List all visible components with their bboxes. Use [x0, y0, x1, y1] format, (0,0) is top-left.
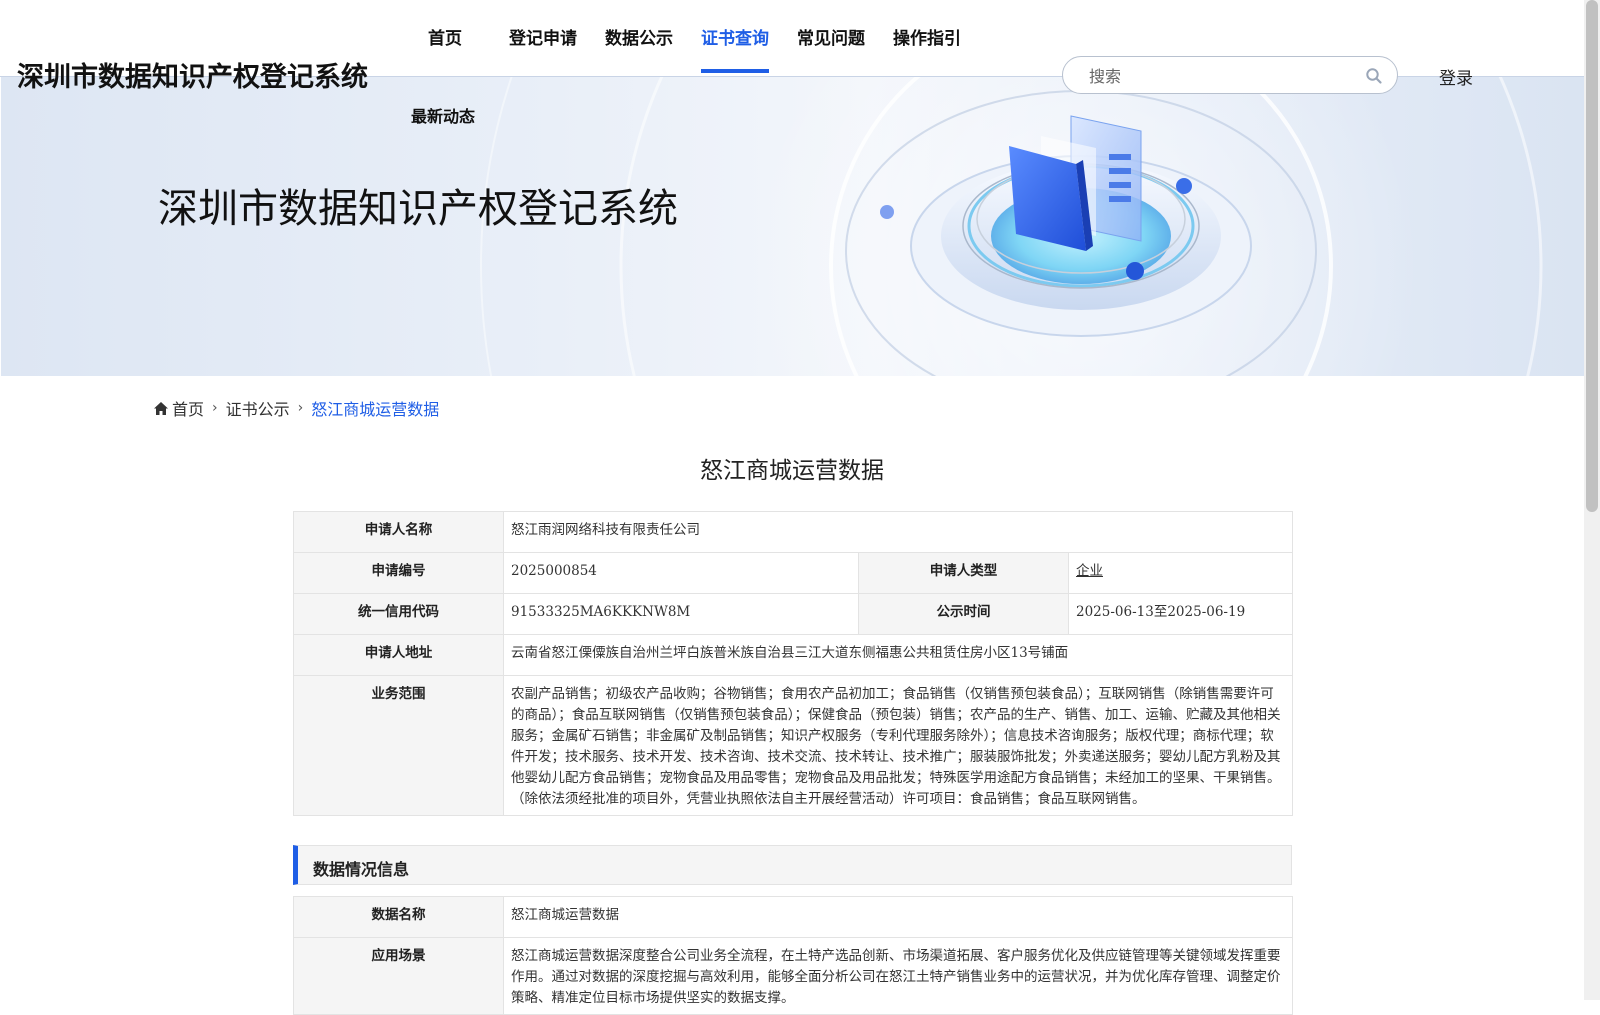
search-box[interactable] — [1062, 56, 1398, 94]
table-row: 申请人名称 怒江雨润网络科技有限责任公司 — [293, 511, 1293, 553]
applicant-type-cell: 企业 — [1068, 552, 1293, 594]
site-title[interactable]: 深圳市数据知识产权登记系统 — [17, 55, 368, 94]
nav-faq[interactable]: 常见问题 — [797, 24, 865, 49]
table-row: 申请人地址 云南省怒江傈僳族自治州兰坪白族普米族自治县三江大道东侧福惠公共租赁住… — [293, 634, 1293, 676]
chevron-right-icon: › — [212, 400, 218, 416]
business-scope-label: 业务范围 — [293, 675, 504, 816]
breadcrumb-home[interactable]: 首页 — [172, 396, 204, 420]
application-scene-value: 怒江商城运营数据深度整合公司业务全流程，在土特产选品创新、市场渠道拓展、客户服务… — [503, 937, 1293, 1015]
publicity-period-value: 2025-06-13至2025-06-19 — [1068, 593, 1293, 635]
table-row: 申请编号 2025000854 申请人类型 企业 — [293, 552, 1293, 594]
nav-certificate-query[interactable]: 证书查询 — [701, 24, 769, 73]
table-row: 业务范围 农副产品销售；初级农产品收购；谷物销售；食用农产品初加工；食品销售（仅… — [293, 675, 1293, 816]
data-name-value: 怒江商城运营数据 — [503, 896, 1293, 938]
banner-title: 深圳市数据知识产权登记系统 — [158, 186, 678, 232]
nav-latest-news[interactable]: 最新动态 — [411, 103, 475, 127]
nav-guide[interactable]: 操作指引 — [893, 24, 961, 49]
scrollbar-thumb[interactable] — [1586, 0, 1598, 512]
data-section-title: 数据情况信息 — [313, 860, 410, 879]
breadcrumb: 首页 › 证书公示 › 怒江商城运营数据 — [154, 396, 439, 420]
nav-data-publicity[interactable]: 数据公示 — [605, 24, 673, 49]
application-number-label: 申请编号 — [293, 552, 504, 594]
nav-home[interactable]: 首页 — [428, 24, 462, 49]
applicant-type-label: 申请人类型 — [858, 552, 1069, 594]
page-title: 怒江商城运营数据 — [700, 458, 884, 484]
top-header: 深圳市数据知识产权登记系统 首页 登记申请 数据公示 证书查询 常见问题 操作指… — [0, 0, 1584, 94]
applicant-name-label: 申请人名称 — [293, 511, 504, 553]
application-scene-label: 应用场景 — [293, 937, 504, 1015]
table-row: 数据名称 怒江商城运营数据 — [293, 896, 1293, 938]
applicant-address-label: 申请人地址 — [293, 634, 504, 676]
application-number-value: 2025000854 — [503, 552, 859, 594]
login-link[interactable]: 登录 — [1439, 64, 1473, 89]
credit-code-value: 91533325MA6KKKNW8M — [503, 593, 859, 635]
breadcrumb-certificate-publicity[interactable]: 证书公示 — [226, 396, 290, 420]
data-info-table: 数据名称 怒江商城运营数据 应用场景 怒江商城运营数据深度整合公司业务全流程，在… — [293, 896, 1293, 1015]
applicant-info-table: 申请人名称 怒江雨润网络科技有限责任公司 申请编号 2025000854 申请人… — [293, 511, 1293, 816]
home-icon[interactable] — [154, 401, 168, 415]
credit-code-label: 统一信用代码 — [293, 593, 504, 635]
nav-registration[interactable]: 登记申请 — [509, 24, 577, 49]
chevron-right-icon: › — [297, 400, 304, 416]
business-scope-value: 农副产品销售；初级农产品收购；谷物销售；食用农产品初加工；食品销售（仅销售预包装… — [503, 675, 1293, 816]
applicant-name-value: 怒江雨润网络科技有限责任公司 — [503, 511, 1293, 553]
data-name-label: 数据名称 — [293, 896, 504, 938]
applicant-address-value: 云南省怒江傈僳族自治州兰坪白族普米族自治县三江大道东侧福惠公共租赁住房小区13号… — [503, 634, 1293, 676]
search-icon[interactable] — [1365, 67, 1383, 85]
search-input[interactable] — [1087, 63, 1351, 89]
page-scrollbar[interactable] — [1584, 0, 1600, 1000]
table-row: 应用场景 怒江商城运营数据深度整合公司业务全流程，在土特产选品创新、市场渠道拓展… — [293, 937, 1293, 1015]
publicity-period-label: 公示时间 — [858, 593, 1069, 635]
table-row: 统一信用代码 91533325MA6KKKNW8M 公示时间 2025-06-1… — [293, 593, 1293, 635]
data-section-header: 数据情况信息 — [293, 845, 1292, 885]
hero-banner: 深圳市数据知识产权登记系统 — [1, 76, 1584, 376]
breadcrumb-current: 怒江商城运营数据 — [311, 400, 440, 419]
applicant-type-link[interactable]: 企业 — [1076, 563, 1103, 579]
